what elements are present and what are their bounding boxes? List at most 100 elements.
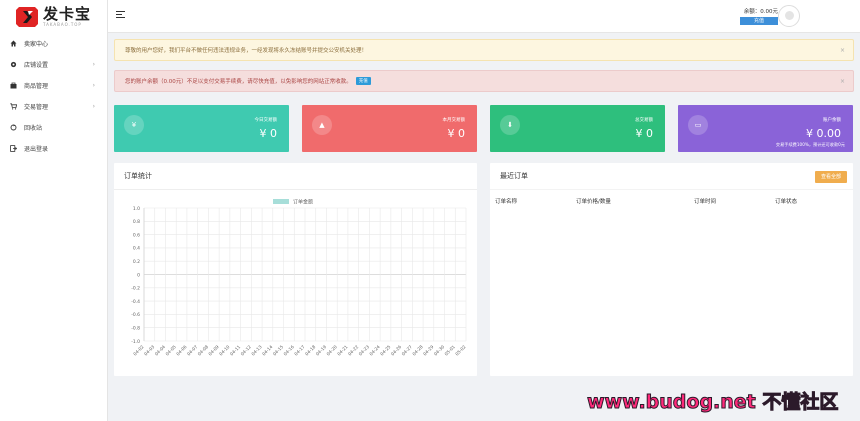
y-tick-label: 0.4: [133, 246, 140, 252]
balance-alert-text: 您的账户余额（0.00元）不足以支付交易手续费，请尽快充值，以免影响您的网站正常…: [125, 79, 352, 85]
y-tick-label: 1.0: [133, 206, 140, 212]
user-icon: ▲: [312, 115, 332, 135]
sidebar-item-seller-center[interactable]: 卖家中心: [0, 33, 107, 54]
warning-alert: 尊敬的用户您好，我们平台不做任何违法违规业务，一经发现将永久冻结账号并提交公安机…: [114, 39, 854, 61]
home-icon: [8, 40, 18, 47]
y-tick-label: -0.8: [131, 326, 140, 332]
y-tick-label: 0.2: [133, 259, 140, 265]
sidebar-item-label: 卖家中心: [24, 41, 49, 48]
y-tick-label: 0.6: [133, 232, 140, 238]
stat-label: 总交易额: [635, 118, 653, 123]
stat-label: 本月交易额: [442, 118, 466, 123]
sidebar-item-label: 店铺设置: [24, 62, 49, 69]
warning-alert-text: 尊敬的用户您好，我们平台不做任何违法违规业务，一经发现将永久冻结账号并提交公安机…: [125, 48, 368, 54]
sidebar-item-trade-management[interactable]: 交易管理 ›: [0, 96, 107, 117]
stat-value: ¥ 0: [635, 127, 654, 140]
sidebar: 发卡宝 TAKABAO.TOP 卖家中心 店铺设置 › 商品管理 › 交易管理 …: [0, 0, 108, 421]
y-tick-label: 0: [137, 272, 140, 278]
x-tick-label: 04-30: [433, 344, 446, 357]
stat-card-total: ⬇ 总交易额 ¥ 0: [490, 105, 665, 152]
download-icon: ⬇: [500, 115, 520, 135]
site-watermark: www.budog.net 不懂社区: [587, 390, 839, 414]
x-tick-label: 04-12: [240, 344, 253, 357]
y-tick-label: -0.6: [131, 312, 140, 318]
column-header: 订单状态: [775, 199, 798, 205]
chevron-right-icon: ›: [92, 82, 95, 89]
recent-orders-title: 最近订单: [500, 172, 528, 180]
recent-orders-panel: 最近订单 查看全部 订单名称 订单价格/数量 订单时间 订单状态: [490, 163, 853, 376]
stat-card-balance: ▭ 账户余额 ¥ 0.00 交易手续费100%，预计还可收款0元: [678, 105, 853, 152]
column-header: 订单时间: [694, 199, 717, 205]
sidebar-item-product-management[interactable]: 商品管理 ›: [0, 75, 107, 96]
bag-icon: [8, 82, 18, 89]
sidebar-item-logout[interactable]: 退出登录: [0, 138, 107, 159]
column-header: 订单价格/数量: [576, 199, 611, 205]
gear-icon: [8, 61, 18, 68]
x-tick-label: 04-04: [154, 344, 167, 357]
top-bar: 余额：0.00元 充值: [108, 0, 860, 33]
chevron-right-icon: ›: [92, 103, 95, 110]
panel-title: 最近订单 查看全部: [490, 163, 853, 190]
x-tick-label: 04-25: [379, 344, 392, 357]
brand-name: 发卡宝: [43, 5, 92, 23]
x-tick-label: 04-09: [207, 344, 220, 357]
sidebar-item-label: 交易管理: [24, 104, 49, 111]
x-tick-label: 04-27: [401, 344, 414, 357]
stat-label: 账户余额: [823, 118, 841, 123]
logout-icon: [8, 145, 18, 152]
y-tick-label: -0.4: [131, 299, 140, 305]
x-tick-label: 04-16: [283, 344, 296, 357]
legend-label: 订单金额: [293, 199, 313, 206]
close-icon[interactable]: ×: [840, 78, 845, 85]
x-tick-label: 04-11: [229, 344, 242, 357]
x-tick-label: 04-26: [390, 344, 403, 357]
view-all-button[interactable]: 查看全部: [814, 171, 847, 183]
x-tick-label: 04-23: [358, 344, 371, 357]
orders-table-header: 订单名称 订单价格/数量 订单时间 订单状态: [490, 190, 853, 212]
x-tick-label: 05-01: [444, 344, 457, 357]
x-tick-label: 04-10: [218, 344, 231, 357]
menu-toggle-icon[interactable]: [116, 11, 125, 19]
balance-alert: 您的账户余额（0.00元）不足以支付交易手续费，请尽快充值，以免影响您的网站正常…: [114, 70, 854, 92]
y-tick-label: -0.2: [131, 286, 140, 292]
close-icon[interactable]: ×: [840, 47, 845, 54]
avatar[interactable]: [778, 5, 800, 27]
stat-value: ¥ 0: [447, 127, 466, 140]
recharge-button[interactable]: 充值: [740, 17, 778, 25]
stat-note: 交易手续费100%，预计还可收款0元: [775, 142, 845, 147]
x-tick-label: 05-02: [454, 344, 467, 357]
monitor-icon: ▭: [688, 115, 708, 135]
balance-box: 余额：0.00元 充值: [740, 7, 778, 25]
orders-chart-panel: 订单统计 订单金额 1.0 0.8 0.6 0.4 0.2 0 -0.2 -0.4 -0.6 -0.…: [114, 163, 477, 376]
x-tick-label: 04-14: [261, 344, 274, 357]
x-tick-label: 04-06: [175, 344, 188, 357]
x-tick-label: 04-18: [304, 344, 317, 357]
stat-card-month: ▲ 本月交易额 ¥ 0: [302, 105, 477, 152]
panel-title: 订单统计: [114, 163, 477, 190]
x-tick-label: 04-24: [368, 344, 381, 357]
x-tick-label: 04-15: [272, 344, 285, 357]
orders-line-chart: 订单金额 1.0 0.8 0.6 0.4 0.2 0 -0.2 -0.4 -0.6 -0.8 -1.0…: [131, 199, 467, 358]
sidebar-item-recycle-bin[interactable]: 回收站: [0, 117, 107, 138]
x-tick-label: 04-07: [186, 344, 199, 357]
sidebar-nav: 卖家中心 店铺设置 › 商品管理 › 交易管理 › 回收站 退出登录: [0, 33, 107, 159]
x-tick-label: 04-13: [250, 344, 263, 357]
balance-text: 余额：0.00元: [743, 9, 778, 15]
alert-recharge-button[interactable]: 充值: [355, 77, 371, 85]
watermark-text: www.budog.net 不懂社区: [587, 390, 838, 413]
cart-icon: [8, 103, 18, 110]
x-tick-label: 04-20: [326, 344, 339, 357]
stat-value: ¥ 0.00: [806, 127, 841, 140]
x-tick-label: 04-17: [293, 344, 306, 357]
logo[interactable]: 发卡宝 TAKABAO.TOP: [0, 0, 107, 33]
y-tick-label: -1.0: [131, 339, 140, 345]
chevron-right-icon: ›: [92, 61, 95, 68]
main-content: 余额：0.00元 充值 尊敬的用户您好，我们平台不做任何违法违规业务，一经发现将…: [108, 0, 860, 421]
sidebar-item-label: 商品管理: [24, 83, 49, 90]
x-tick-label: 04-19: [315, 344, 328, 357]
sidebar-item-label: 退出登录: [24, 146, 49, 153]
sidebar-item-shop-settings[interactable]: 店铺设置 ›: [0, 54, 107, 75]
column-header: 订单名称: [495, 199, 518, 205]
x-tick-label: 04-21: [336, 344, 349, 357]
stat-value: ¥ 0: [259, 127, 278, 140]
